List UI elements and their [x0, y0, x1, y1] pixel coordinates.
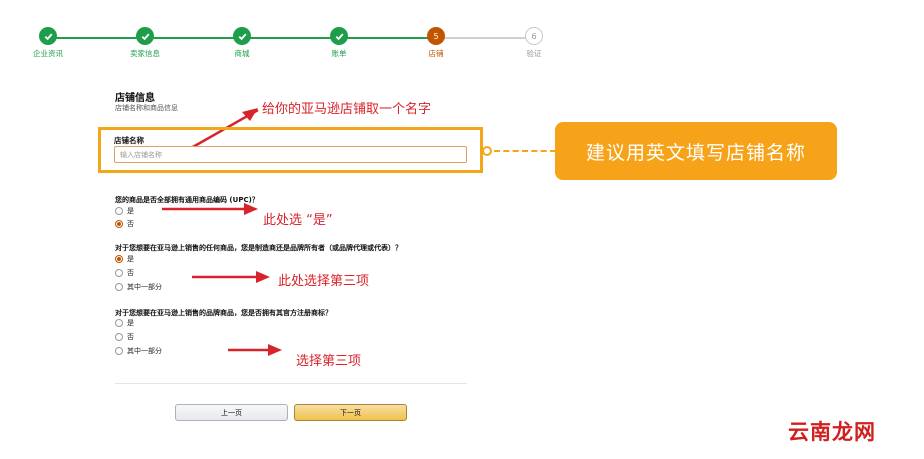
- check-icon: [330, 27, 348, 45]
- step-label: 账单: [331, 49, 347, 58]
- check-icon: [233, 27, 251, 45]
- annotation-q2-hint: 此处选择第三项: [278, 274, 370, 289]
- progress-stepper: 企业资讯 卖家信息 商城 账单 5 店铺 6 验证: [0, 0, 924, 66]
- radio-button[interactable]: [115, 319, 123, 327]
- step-seller-info: 卖家信息: [90, 27, 200, 59]
- step-label: 店铺: [428, 49, 444, 58]
- radio-button[interactable]: [115, 255, 123, 263]
- next-page-button[interactable]: 下一页: [294, 404, 407, 421]
- radio-button[interactable]: [115, 333, 123, 341]
- question-brand-owner: 对于您想要在亚马逊上销售的任何商品，您是制造商还是品牌所有者（或品牌代理或代表）…: [115, 244, 402, 252]
- q2-option-partial[interactable]: 其中一部分: [115, 282, 162, 292]
- check-icon: [39, 27, 57, 45]
- radio-button[interactable]: [115, 220, 123, 228]
- section-title: 店铺信息: [115, 93, 155, 104]
- step-marketplace: 商城: [187, 27, 297, 59]
- option-label: 是: [127, 207, 134, 215]
- q1-option-no[interactable]: 否: [115, 219, 134, 229]
- watermark-logo: 云南龙网: [788, 419, 876, 444]
- check-icon: [136, 27, 154, 45]
- annotation-q3-hint: 选择第三项: [296, 354, 362, 369]
- step-number: 6: [525, 27, 543, 45]
- annotation-arrow-icon: [228, 344, 282, 356]
- step-verification: 6 验证: [479, 27, 589, 59]
- radio-button[interactable]: [115, 207, 123, 215]
- connector-dot: [482, 146, 492, 156]
- option-label: 否: [127, 269, 134, 277]
- step-billing: 账单: [284, 27, 394, 59]
- radio-button[interactable]: [115, 283, 123, 291]
- callout-box: 建议用英文填写店铺名称: [555, 122, 837, 180]
- section-subtitle: 店铺名称和商品信息: [115, 104, 178, 112]
- connector-dashed-line: [494, 150, 556, 152]
- previous-page-button[interactable]: 上一页: [175, 404, 288, 421]
- annotation-name-hint: 给你的亚马逊店铺取一个名字: [262, 102, 432, 117]
- radio-button[interactable]: [115, 347, 123, 355]
- q1-option-yes[interactable]: 是: [115, 206, 134, 216]
- q2-option-no[interactable]: 否: [115, 268, 134, 278]
- annotation-arrow-icon: [192, 271, 270, 283]
- q3-option-no[interactable]: 否: [115, 332, 134, 342]
- divider: [115, 383, 467, 384]
- step-enterprise-info: 企业资讯: [0, 27, 103, 59]
- radio-button[interactable]: [115, 269, 123, 277]
- step-label: 企业资讯: [33, 49, 63, 58]
- step-label: 卖家信息: [130, 49, 160, 58]
- q3-option-yes[interactable]: 是: [115, 318, 134, 328]
- step-number: 5: [427, 27, 445, 45]
- option-label: 是: [127, 319, 134, 327]
- step-label: 商城: [234, 49, 250, 58]
- option-label: 其中一部分: [127, 347, 162, 355]
- store-name-label: 店铺名称: [114, 136, 144, 145]
- option-label: 否: [127, 333, 134, 341]
- step-label: 验证: [526, 49, 542, 58]
- option-label: 否: [127, 220, 134, 228]
- question-trademark: 对于您想要在亚马逊上销售的品牌商品，您是否拥有其官方注册商标？: [115, 309, 332, 317]
- q2-option-yes[interactable]: 是: [115, 254, 134, 264]
- callout-text: 建议用英文填写店铺名称: [585, 141, 806, 164]
- option-label: 其中一部分: [127, 283, 162, 291]
- store-name-input[interactable]: [114, 146, 467, 163]
- annotation-q1-hint: 此处选 “是”: [263, 213, 333, 228]
- annotation-arrow-icon: [162, 203, 258, 215]
- q3-option-partial[interactable]: 其中一部分: [115, 346, 162, 356]
- step-store: 5 店铺: [381, 27, 491, 59]
- option-label: 是: [127, 255, 134, 263]
